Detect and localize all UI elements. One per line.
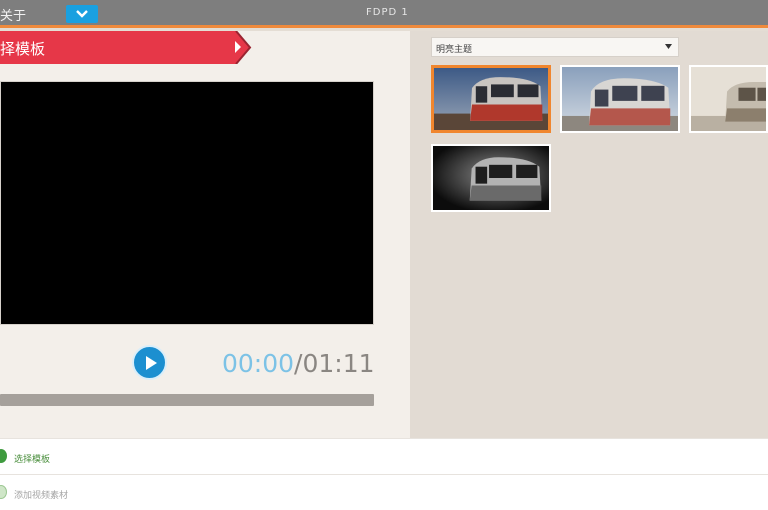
step-label: 选择模板: [14, 455, 51, 465]
template-thumbnail-3[interactable]: [689, 65, 768, 133]
step-add-video[interactable]: 添加视频素材: [0, 474, 768, 510]
bus-photo-sepia: [691, 67, 766, 131]
template-thumbnail-1[interactable]: [431, 65, 551, 133]
step-list: 选择模板 添加视频素材: [0, 438, 768, 510]
caret-down-icon: [665, 44, 672, 49]
play-icon: [146, 356, 157, 370]
template-panel: 明亮主题: [410, 31, 768, 438]
theme-select[interactable]: 明亮主题: [431, 37, 679, 57]
step-inactive-indicator[interactable]: [0, 485, 7, 499]
bus-photo-cool: [562, 67, 678, 131]
preview-panel: 择模板 00:00/01:11: [0, 31, 410, 438]
playback-progress-bar[interactable]: [0, 394, 374, 406]
template-thumbnail-4[interactable]: [431, 144, 551, 212]
window-title: FDPD 1: [366, 7, 409, 18]
title-bar: 关于 FDPD 1: [0, 0, 768, 28]
time-display: 00:00/01:11: [222, 349, 375, 378]
menu-about[interactable]: 关于: [0, 5, 26, 24]
step-active-indicator[interactable]: [0, 449, 7, 463]
menu-dropdown-button[interactable]: [66, 5, 98, 23]
chevron-down-icon: [76, 10, 88, 18]
time-current: 00:00: [222, 349, 295, 378]
template-banner-label: 择模板: [0, 40, 46, 58]
time-total: 01:11: [302, 349, 375, 378]
video-preview[interactable]: [0, 81, 374, 325]
template-thumbnail-2[interactable]: [560, 65, 680, 133]
play-button[interactable]: [132, 345, 167, 380]
bus-photo-dark: [433, 146, 549, 210]
template-banner: 择模板: [0, 31, 252, 64]
bus-photo-warm: [434, 68, 548, 130]
arrow-right-icon[interactable]: [234, 41, 242, 53]
step-label: 添加视频素材: [14, 491, 69, 501]
step-select-template[interactable]: 选择模板: [0, 438, 768, 474]
theme-select-value: 明亮主题: [436, 45, 473, 55]
